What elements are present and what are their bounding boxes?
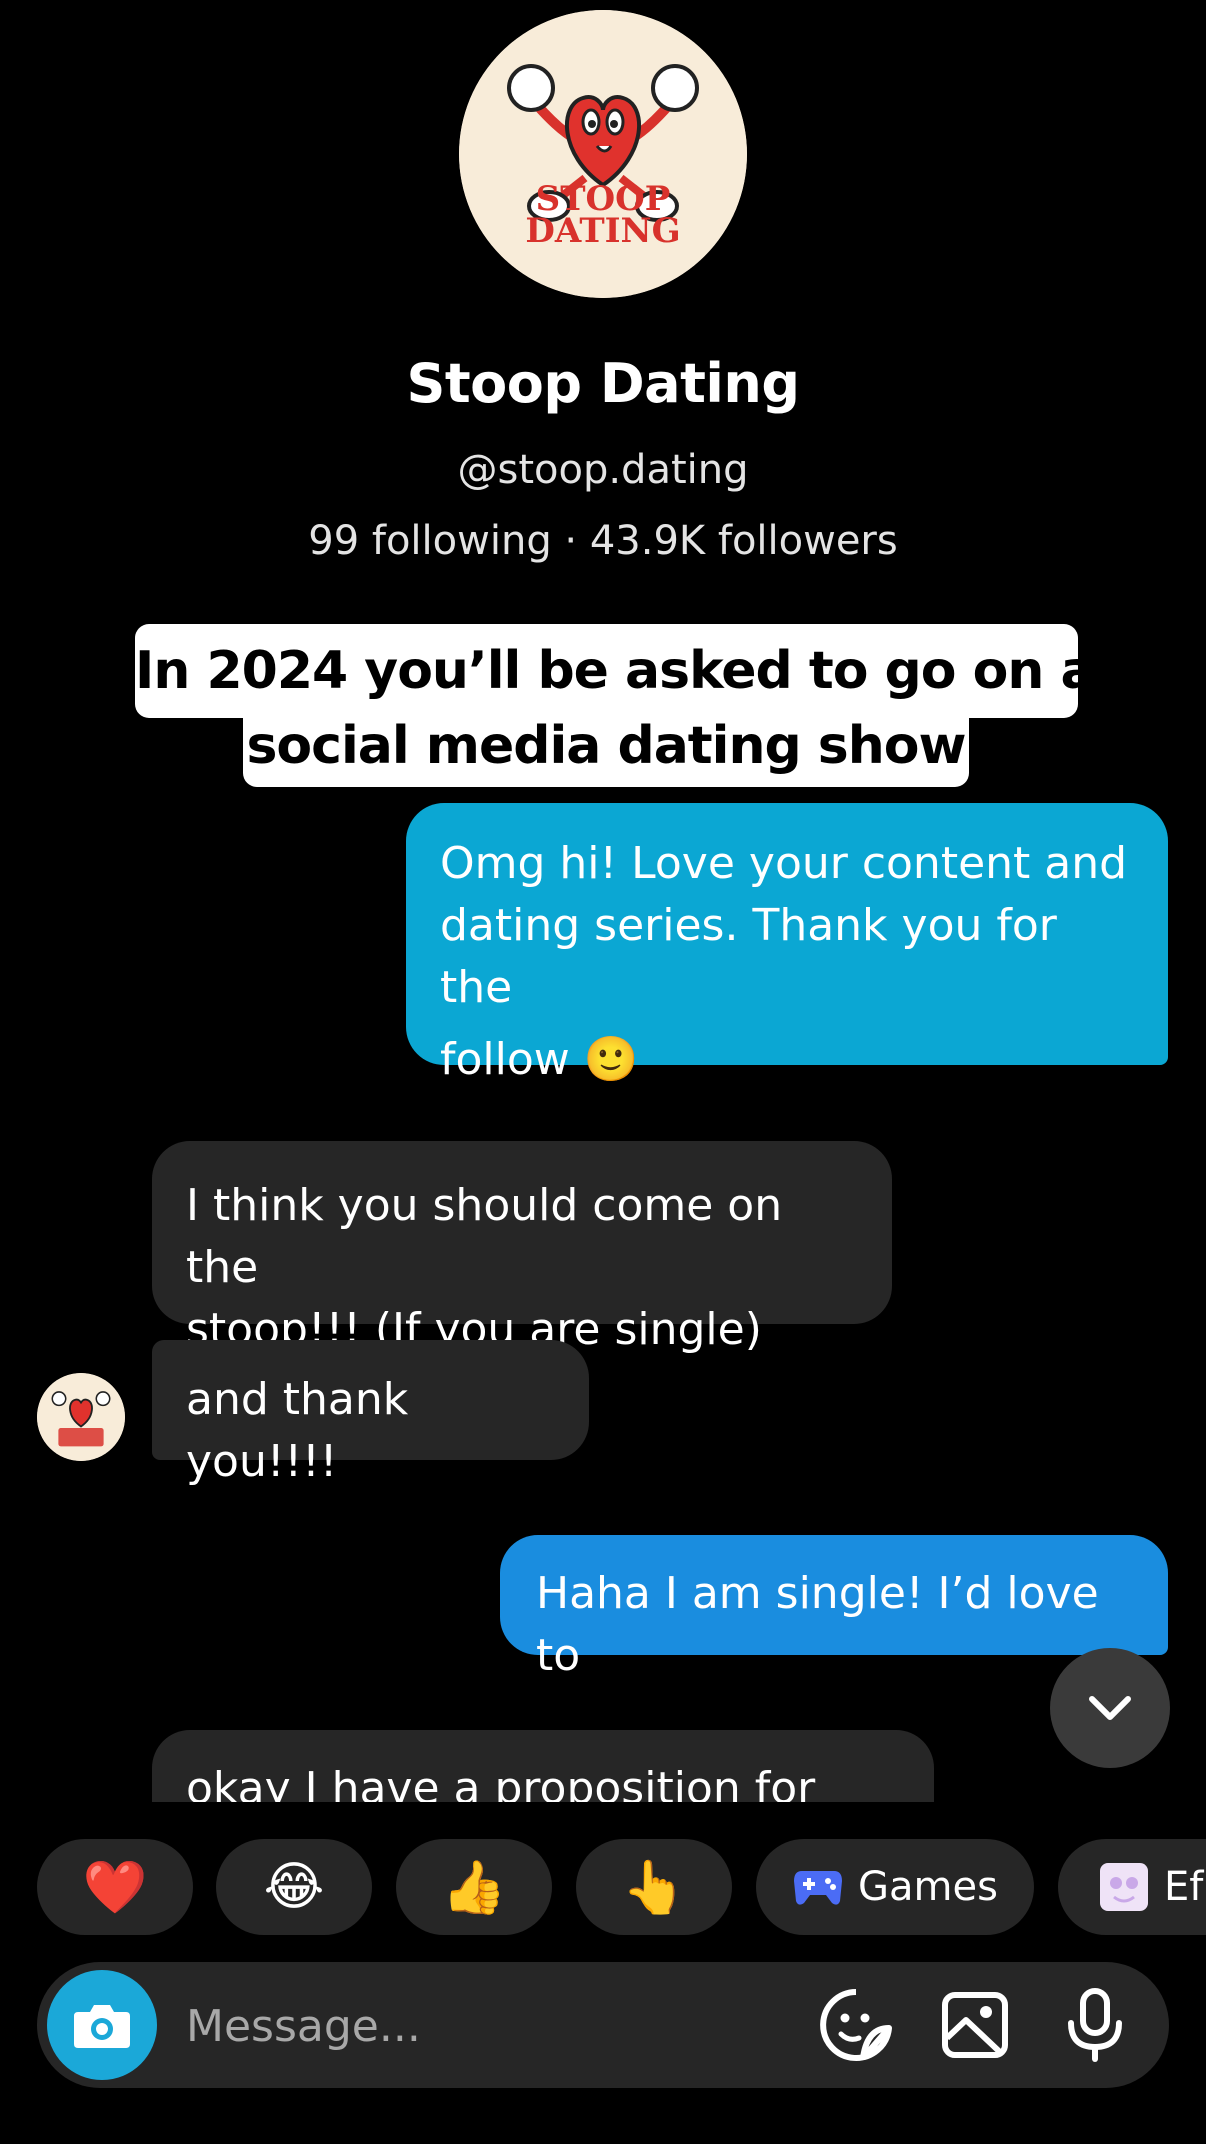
stoop-dating-logo: STOOP DATING [459, 10, 747, 298]
message-text: and thank you!!!! [186, 1374, 409, 1487]
profile-name[interactable]: Stoop Dating [0, 352, 1206, 415]
microphone-icon [1068, 1988, 1122, 2062]
heart-emoji-icon: ❤️ [82, 1857, 148, 1918]
outgoing-message-bubble[interactable]: Haha I am single! I’d love to [500, 1535, 1168, 1681]
svg-text:DATING: DATING [525, 211, 680, 251]
camera-button[interactable] [47, 1970, 157, 2080]
message-input[interactable] [184, 1985, 788, 2067]
effects-label: Ef [1164, 1864, 1204, 1910]
incoming-message-bubble[interactable]: okay I have a proposition for you [152, 1730, 934, 1802]
incoming-message-bubble[interactable]: I think you should come on the stoop!!! … [152, 1141, 892, 1355]
overlay-caption-line-1: In 2024 you’ll be asked to go on a [135, 624, 1096, 718]
thumbs-up-emoji-icon: 👍 [441, 1857, 507, 1918]
sender-avatar[interactable] [37, 1373, 125, 1461]
overlay-caption-line-2: social media dating show [243, 712, 969, 787]
profile-handle: @stoop.dating [457, 447, 749, 493]
games-button[interactable]: Games [756, 1839, 1034, 1935]
outgoing-message-bubble[interactable]: Omg hi! Love your content and dating ser… [406, 803, 1168, 1085]
scroll-to-bottom-button[interactable] [1050, 1648, 1170, 1768]
photo-gallery-button[interactable] [933, 1983, 1017, 2067]
profile-stats: 99 following · 43.9K followers [308, 518, 898, 564]
message-text: Omg hi! Love your content and [440, 838, 1128, 889]
gamepad-icon [794, 1871, 843, 1905]
message-text: okay I have a proposition for you [186, 1763, 816, 1802]
voice-message-button[interactable] [1053, 1983, 1137, 2067]
laughing-emoji-icon: 😂 [263, 1857, 325, 1917]
effects-button[interactable]: Ef [1058, 1839, 1206, 1935]
stoop-dating-logo [37, 1373, 125, 1461]
sticker-icon [820, 1989, 892, 2061]
chevron-down-icon [1089, 1696, 1131, 1720]
pointing-emoji-icon: 👆 [621, 1857, 687, 1918]
photo-icon [942, 1992, 1008, 2058]
message-text: dating series. Thank you for the [440, 900, 1057, 1013]
quick-reaction-laugh[interactable]: 😂 [216, 1839, 372, 1935]
effects-icon [1100, 1863, 1148, 1911]
quick-reaction-heart[interactable]: ❤️ [37, 1839, 193, 1935]
message-text: I think you should come on the [186, 1180, 783, 1293]
message-text: follow 🙂 [440, 1034, 639, 1085]
quick-reaction-thumbs-up[interactable]: 👍 [396, 1839, 552, 1935]
incoming-message-bubble[interactable]: and thank you!!!! [152, 1340, 589, 1487]
camera-icon [74, 2005, 130, 2048]
profile-avatar[interactable]: STOOP DATING [459, 10, 747, 298]
message-text: Haha I am single! I’d love to [536, 1568, 1099, 1681]
sticker-button[interactable] [814, 1983, 898, 2067]
games-label: Games [858, 1864, 998, 1910]
quick-reaction-pointing[interactable]: 👆 [576, 1839, 732, 1935]
